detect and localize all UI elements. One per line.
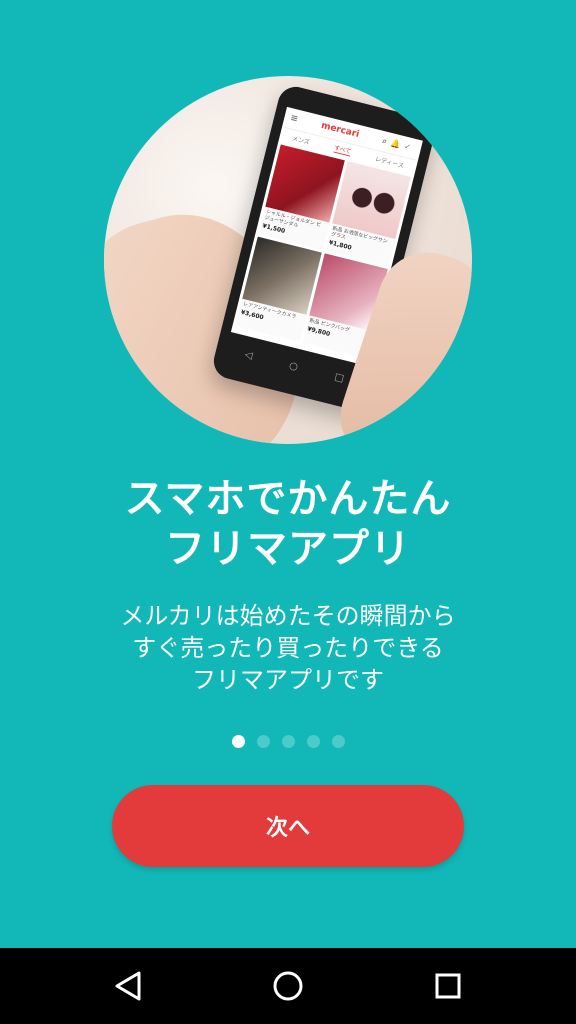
subtitle-line-1: メルカリは始めたその瞬間から bbox=[120, 602, 456, 630]
headline-line-2: フリマアプリ bbox=[165, 526, 411, 572]
page-dot bbox=[306, 735, 320, 748]
mock-home-icon: ○ bbox=[288, 359, 300, 373]
page-dot bbox=[331, 735, 345, 748]
page-dot bbox=[281, 735, 295, 748]
next-button[interactable]: 次へ bbox=[112, 785, 464, 867]
home-icon[interactable] bbox=[268, 966, 308, 1006]
system-navigation-bar bbox=[0, 948, 576, 1024]
back-icon[interactable] bbox=[108, 966, 148, 1006]
mock-recent-icon: □ bbox=[333, 371, 346, 385]
page-indicator bbox=[0, 735, 576, 748]
headline-line-1: スマホでかんたん bbox=[124, 476, 452, 522]
subtitle-line-2: すぐ売ったり買ったりできる bbox=[132, 634, 444, 662]
onboarding-screen: ≡ mercari ⌕🔔✓ メンズ すべて レディース シャルル・ジョルダン ビ… bbox=[0, 0, 576, 948]
page-dot-active bbox=[231, 735, 245, 748]
page-dot bbox=[256, 735, 270, 748]
app-logo: mercari bbox=[320, 120, 361, 140]
mock-toolbar-icons: ⌕🔔✓ bbox=[381, 136, 416, 153]
mock-back-icon: ◁ bbox=[243, 348, 254, 362]
recent-apps-icon[interactable] bbox=[428, 966, 468, 1006]
hero-illustration: ≡ mercari ⌕🔔✓ メンズ すべて レディース シャルル・ジョルダン ビ… bbox=[104, 76, 472, 444]
menu-icon: ≡ bbox=[289, 113, 299, 125]
subtitle-line-3: フリマアプリです bbox=[192, 666, 384, 694]
